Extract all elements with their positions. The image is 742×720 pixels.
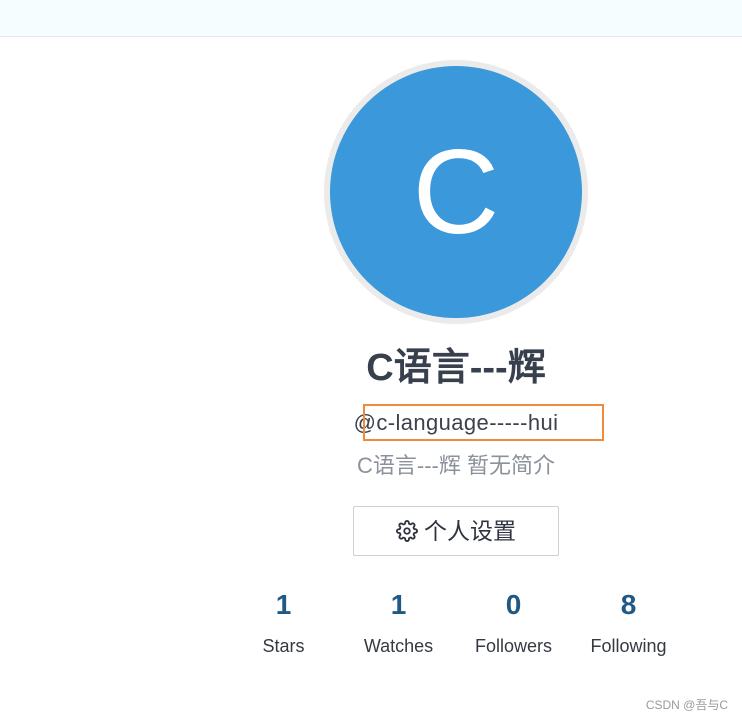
stat-value: 8 xyxy=(620,589,637,620)
username: @c-language-----hui xyxy=(353,410,559,435)
top-bar xyxy=(0,0,742,37)
stat-watches[interactable]: 1 Watches xyxy=(341,585,456,658)
bio: C语言---辉 暂无简介 xyxy=(357,453,555,478)
stat-label: Stars xyxy=(262,636,305,656)
avatar-letter: C xyxy=(412,125,500,259)
stat-following[interactable]: 8 Following xyxy=(571,585,686,658)
stat-value: 1 xyxy=(390,589,407,620)
stat-value: 0 xyxy=(505,589,522,620)
stat-stars[interactable]: 1 Stars xyxy=(226,585,341,658)
watermark: CSDN @吾与C xyxy=(645,698,728,712)
stat-value: 1 xyxy=(275,589,292,620)
display-name: C语言---辉 xyxy=(366,347,546,389)
stat-label: Followers xyxy=(474,636,553,656)
settings-button[interactable]: 个人设置 xyxy=(353,506,559,556)
stats-bar: 1 Stars 1 Watches 0 Followers 8 Followin… xyxy=(226,585,686,658)
avatar[interactable]: C xyxy=(324,60,588,324)
settings-button-label: 个人设置 xyxy=(424,517,516,544)
stat-label: Watches xyxy=(363,636,434,656)
stat-followers[interactable]: 0 Followers xyxy=(456,585,571,658)
avatar-circle: C xyxy=(330,66,582,318)
gear-icon xyxy=(396,520,418,542)
stat-label: Following xyxy=(590,636,667,656)
